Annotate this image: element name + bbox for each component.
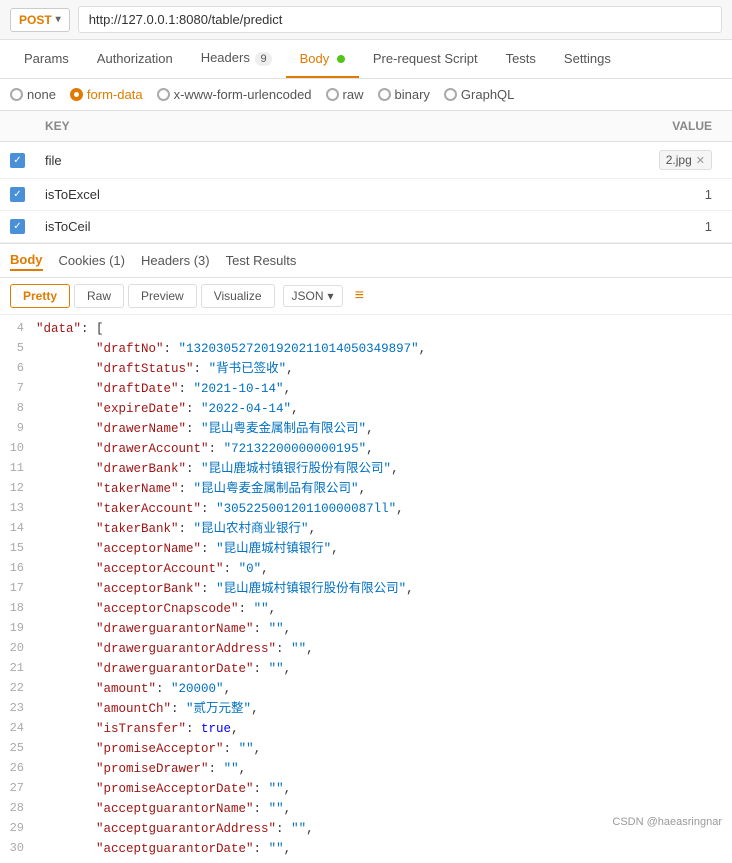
code-line-13: 13 "takerAccount": "30522500120110000087… — [0, 499, 732, 519]
code-line-17: 17 "acceptorBank": "昆山鹿城村镇银行股份有限公司", — [0, 579, 732, 599]
code-line-11: 11 "drawerBank": "昆山鹿城村镇银行股份有限公司", — [0, 459, 732, 479]
code-line-19: 19 "drawerguarantorName": "", — [0, 619, 732, 639]
code-line-5: 5 "draftNo": "13203052720192021101405034… — [0, 339, 732, 359]
body-dot — [337, 55, 345, 63]
value-file: 2.jpg ✕ — [365, 142, 732, 179]
checkbox-file[interactable]: ✓ — [10, 153, 25, 168]
chevron-json-icon: ▾ — [328, 289, 334, 303]
tab-authorization[interactable]: Authorization — [83, 41, 187, 78]
key-istoceil: isToCeil — [35, 211, 365, 243]
resp-tab-body[interactable]: Body — [10, 250, 43, 271]
filter-icon[interactable]: ≡ — [355, 287, 364, 305]
code-line-27: 27 "promiseAcceptorDate": "", — [0, 779, 732, 799]
col-key: KEY — [35, 111, 365, 142]
code-line-9: 9 "drawerName": "昆山粤麦金属制品有限公司", — [0, 419, 732, 439]
radio-circle-graphql — [444, 88, 457, 101]
code-line-7: 7 "draftDate": "2021-10-14", — [0, 379, 732, 399]
value-istoexcel: 1 — [365, 179, 732, 211]
fmt-raw[interactable]: Raw — [74, 284, 124, 308]
headers-badge: 9 — [255, 52, 271, 66]
table-row: ✓ isToCeil 1 — [0, 211, 732, 243]
radio-circle-binary — [378, 88, 391, 101]
code-line-24: 24 "isTransfer": true, — [0, 719, 732, 739]
tab-headers[interactable]: Headers 9 — [187, 40, 286, 78]
nav-tabs: Params Authorization Headers 9 Body Pre-… — [0, 40, 732, 79]
fmt-pretty[interactable]: Pretty — [10, 284, 70, 308]
radio-circle-raw — [326, 88, 339, 101]
code-area: 4 "data": [ 5 "draftNo": "13203052720192… — [0, 315, 732, 863]
code-line-22: 22 "amount": "20000", — [0, 679, 732, 699]
params-table: KEY VALUE ✓ file 2.jpg ✕ ✓ isToExcel 1 ✓… — [0, 111, 732, 243]
radio-raw[interactable]: raw — [326, 87, 364, 102]
radio-circle-urlencoded — [157, 88, 170, 101]
resp-tab-headers[interactable]: Headers (3) — [141, 251, 210, 270]
tab-tests[interactable]: Tests — [492, 41, 550, 78]
code-line-4: 4 "data": [ — [0, 319, 732, 339]
code-line-18: 18 "acceptorCnapscode": "", — [0, 599, 732, 619]
key-file: file — [35, 142, 365, 179]
value-istoceil: 1 — [365, 211, 732, 243]
chevron-down-icon: ▾ — [56, 14, 61, 25]
checkbox-istoexcel[interactable]: ✓ — [10, 187, 25, 202]
table-row: ✓ file 2.jpg ✕ — [0, 142, 732, 179]
radio-none[interactable]: none — [10, 87, 56, 102]
method-dropdown[interactable]: POST ▾ — [10, 8, 70, 32]
remove-file-icon[interactable]: ✕ — [696, 154, 705, 167]
json-label: JSON — [292, 289, 324, 303]
code-line-14: 14 "takerBank": "昆山农村商业银行", — [0, 519, 732, 539]
method-label: POST — [19, 13, 52, 27]
code-line-25: 25 "promiseAcceptor": "", — [0, 739, 732, 759]
tab-params[interactable]: Params — [10, 41, 83, 78]
radio-circle-none — [10, 88, 23, 101]
body-type-row: none form-data x-www-form-urlencoded raw… — [0, 79, 732, 111]
code-line-10: 10 "drawerAccount": "72132200000000195", — [0, 439, 732, 459]
format-row: Pretty Raw Preview Visualize JSON ▾ ≡ — [0, 278, 732, 315]
fmt-preview[interactable]: Preview — [128, 284, 197, 308]
radio-urlencoded[interactable]: x-www-form-urlencoded — [157, 87, 312, 102]
tab-settings[interactable]: Settings — [550, 41, 625, 78]
col-value: VALUE — [365, 111, 732, 142]
code-line-15: 15 "acceptorName": "昆山鹿城村镇银行", — [0, 539, 732, 559]
resp-tab-cookies[interactable]: Cookies (1) — [59, 251, 125, 270]
code-line-26: 26 "promiseDrawer": "", — [0, 759, 732, 779]
code-line-12: 12 "takerName": "昆山粤麦金属制品有限公司", — [0, 479, 732, 499]
table-row: ✓ isToExcel 1 — [0, 179, 732, 211]
code-line-21: 21 "drawerguarantorDate": "", — [0, 659, 732, 679]
json-selector[interactable]: JSON ▾ — [283, 285, 343, 307]
radio-formdata[interactable]: form-data — [70, 87, 143, 102]
code-line-30: 30 "acceptguarantorDate": "", — [0, 839, 732, 859]
radio-binary[interactable]: binary — [378, 87, 430, 102]
response-tabs-row: Body Cookies (1) Headers (3) Test Result… — [0, 243, 732, 278]
url-input[interactable] — [78, 6, 722, 33]
key-istoexcel: isToExcel — [35, 179, 365, 211]
resp-tab-testresults[interactable]: Test Results — [226, 251, 297, 270]
code-line-8: 8 "expireDate": "2022-04-14", — [0, 399, 732, 419]
radio-circle-formdata — [70, 88, 83, 101]
code-line-6: 6 "draftStatus": "背书已签收", — [0, 359, 732, 379]
file-tag: 2.jpg ✕ — [659, 150, 712, 170]
radio-graphql[interactable]: GraphQL — [444, 87, 514, 102]
tab-prerequest[interactable]: Pre-request Script — [359, 41, 492, 78]
code-line-23: 23 "amountCh": "贰万元整", — [0, 699, 732, 719]
checkbox-istoceil[interactable]: ✓ — [10, 219, 25, 234]
code-line-20: 20 "drawerguarantorAddress": "", — [0, 639, 732, 659]
top-bar: POST ▾ — [0, 0, 732, 40]
watermark: CSDN @haeasringnar — [612, 816, 722, 828]
code-line-16: 16 "acceptorAccount": "0", — [0, 559, 732, 579]
col-check — [0, 111, 35, 142]
fmt-visualize[interactable]: Visualize — [201, 284, 275, 308]
tab-body[interactable]: Body — [286, 41, 359, 78]
